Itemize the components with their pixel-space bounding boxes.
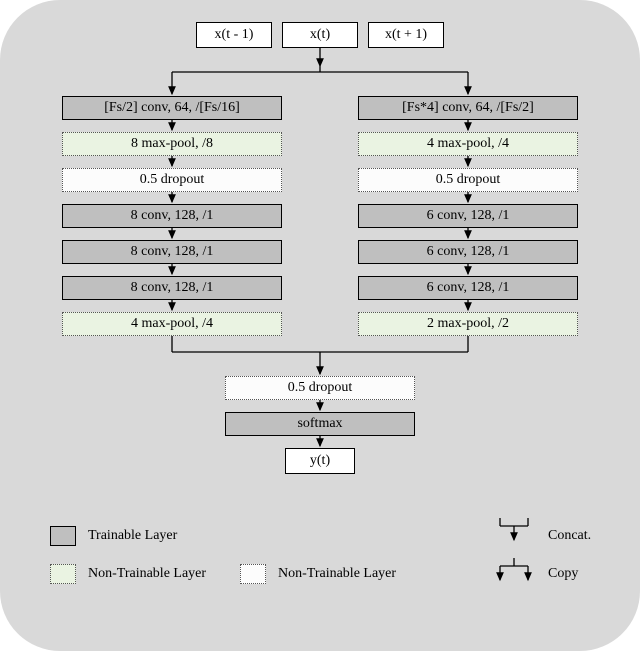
left-dropout: 0.5 dropout <box>62 168 282 192</box>
right-conv-3: 6 conv, 128, /1 <box>358 240 578 264</box>
left-conv-4: 8 conv, 128, /1 <box>62 276 282 300</box>
legend-nontrainable-fill-swatch <box>50 564 76 584</box>
legend-nontrainable-plain-label: Non-Trainable Layer <box>278 566 396 582</box>
legend-nontrainable-fill-label: Non-Trainable Layer <box>88 566 206 582</box>
left-maxpool-2: 4 max-pool, /4 <box>62 312 282 336</box>
right-maxpool-1: 4 max-pool, /4 <box>358 132 578 156</box>
left-conv-2: 8 conv, 128, /1 <box>62 204 282 228</box>
left-conv-3: 8 conv, 128, /1 <box>62 240 282 264</box>
softmax: softmax <box>225 412 415 436</box>
output-y-t: y(t) <box>285 448 355 474</box>
input-x-t-plus-1: x(t + 1) <box>368 22 444 48</box>
right-conv-4: 6 conv, 128, /1 <box>358 276 578 300</box>
legend-copy-label: Copy <box>548 566 578 582</box>
diagram-canvas: x(t - 1) x(t) x(t + 1) [Fs/2] conv, 64, … <box>0 0 640 651</box>
left-maxpool-1: 8 max-pool, /8 <box>62 132 282 156</box>
left-conv-1: [Fs/2] conv, 64, /[Fs/16] <box>62 96 282 120</box>
right-dropout: 0.5 dropout <box>358 168 578 192</box>
legend-trainable-swatch <box>50 526 76 546</box>
input-x-t-minus-1: x(t - 1) <box>196 22 272 48</box>
right-conv-1: [Fs*4] conv, 64, /[Fs/2] <box>358 96 578 120</box>
right-conv-2: 6 conv, 128, /1 <box>358 204 578 228</box>
input-x-t: x(t) <box>282 22 358 48</box>
right-maxpool-2: 2 max-pool, /2 <box>358 312 578 336</box>
legend-nontrainable-plain-swatch <box>240 564 266 584</box>
legend-concat-label: Concat. <box>548 528 591 544</box>
shared-dropout: 0.5 dropout <box>225 376 415 400</box>
legend-trainable-label: Trainable Layer <box>88 528 177 544</box>
